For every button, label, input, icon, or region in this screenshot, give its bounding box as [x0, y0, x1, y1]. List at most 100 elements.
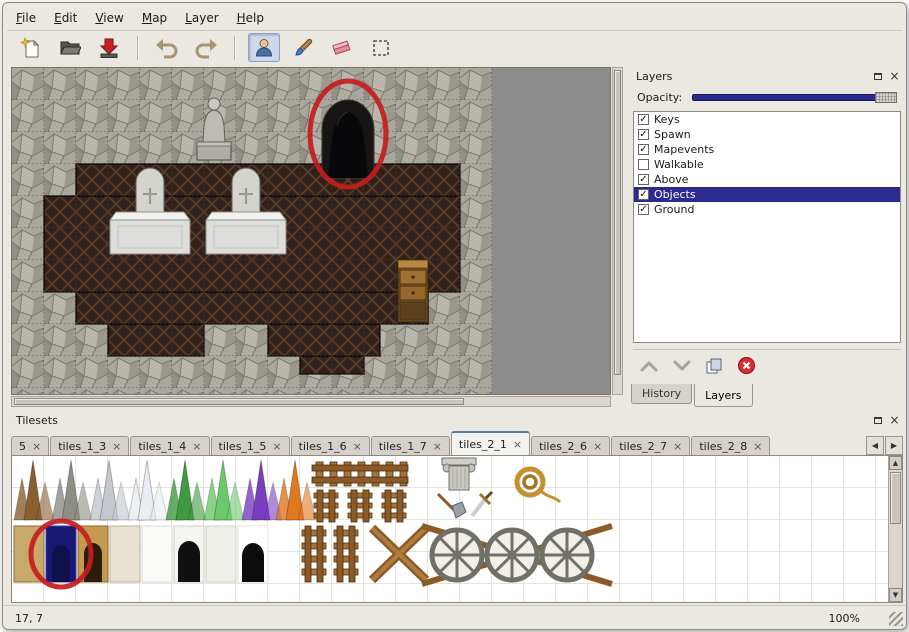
tab-close-icon[interactable]: × — [753, 441, 762, 452]
tileset-render — [12, 456, 888, 602]
tileset-tab[interactable]: tiles_1_3 × — [50, 436, 129, 455]
tileset-tab[interactable]: 5 × — [11, 436, 49, 455]
tab-label: tiles_1_6 — [299, 440, 347, 453]
select-tool-button[interactable] — [365, 33, 397, 62]
tab-close-icon[interactable]: × — [112, 441, 121, 452]
map-horizontal-scrollbar[interactable] — [11, 396, 611, 407]
tab-label: tiles_1_4 — [138, 440, 186, 453]
tile-wheels-on-track[interactable] — [422, 526, 612, 584]
scroll-up-icon: ▲ — [893, 459, 898, 467]
layer-checkbox[interactable]: ✓ — [638, 159, 649, 170]
tile-arch-silhouette[interactable] — [238, 526, 268, 582]
float-panel-button[interactable] — [870, 69, 885, 83]
new-file-icon — [20, 37, 42, 59]
scroll-down-button[interactable]: ▼ — [889, 588, 902, 602]
menu-map[interactable]: Map — [133, 8, 176, 28]
tile-cream[interactable] — [110, 526, 140, 582]
menu-edit[interactable]: Edit — [45, 8, 86, 28]
layer-checkbox[interactable]: ✓ — [638, 129, 649, 140]
tile-track-vertical[interactable] — [314, 490, 338, 522]
scroll-up-button[interactable]: ▲ — [889, 456, 902, 470]
layer-row[interactable]: ✓ Ground — [634, 202, 900, 217]
tileset-tab[interactable]: tiles_1_6 × — [291, 436, 370, 455]
move-layer-down-icon[interactable] — [672, 359, 692, 373]
tab-label: 5 — [19, 440, 26, 453]
eraser-tool-button[interactable] — [326, 33, 358, 62]
open-button[interactable] — [54, 33, 86, 62]
move-layer-up-icon[interactable] — [639, 359, 659, 373]
tab-close-icon[interactable]: × — [593, 441, 602, 452]
layer-checkbox[interactable]: ✓ — [638, 114, 649, 125]
tileset-tab[interactable]: tiles_2_6 × — [531, 436, 610, 455]
tileset-scroll-thumb[interactable] — [890, 472, 901, 524]
tileset-tab-active[interactable]: tiles_2_1 × — [451, 431, 530, 455]
window-resize-grip[interactable] — [889, 612, 903, 626]
tile-track-vertical[interactable] — [382, 490, 406, 522]
map-render — [12, 68, 492, 394]
menu-view[interactable]: View — [86, 8, 132, 28]
layer-row[interactable]: ✓ Mapevents — [634, 142, 900, 157]
map-vertical-scroll-thumb[interactable] — [614, 70, 621, 375]
layer-row[interactable]: ✓ Objects — [634, 187, 900, 202]
menu-help[interactable]: Help — [228, 8, 273, 28]
opacity-slider-handle[interactable] — [875, 92, 897, 103]
layer-row[interactable]: ✓ Walkable — [634, 157, 900, 172]
tileset-tab[interactable]: tiles_1_5 × — [211, 436, 290, 455]
tab-scroll-left-button[interactable]: ◀ — [866, 436, 884, 455]
tab-close-icon[interactable]: × — [513, 439, 522, 450]
float-panel-icon — [874, 73, 882, 80]
tab-history[interactable]: History — [631, 384, 692, 404]
tab-close-icon[interactable]: × — [32, 441, 41, 452]
close-panel-button[interactable]: × — [887, 413, 902, 427]
tilesets-panel: Tilesets × 5 × tiles_1_3 × tiles_1_4 × — [9, 411, 905, 605]
layer-row[interactable]: ✓ Keys — [634, 112, 900, 127]
tab-label: Layers — [705, 389, 741, 402]
tile-pale[interactable] — [206, 526, 236, 582]
opacity-slider[interactable] — [692, 92, 897, 103]
layer-checkbox[interactable]: ✓ — [638, 144, 649, 155]
tileset-canvas[interactable]: ▲ ▼ — [11, 455, 903, 603]
tilesets-panel-titlebar: Tilesets × — [9, 411, 905, 429]
tab-close-icon[interactable]: × — [353, 441, 362, 452]
layer-checkbox[interactable]: ✓ — [638, 204, 649, 215]
float-panel-button[interactable] — [870, 413, 885, 427]
layer-row[interactable]: ✓ Above — [634, 172, 900, 187]
menu-file[interactable]: File — [7, 8, 45, 28]
tab-close-icon[interactable]: × — [433, 441, 442, 452]
place-object-tool-button[interactable] — [248, 33, 280, 62]
tab-layers[interactable]: Layers — [694, 384, 752, 407]
new-file-button[interactable] — [15, 33, 47, 62]
map-vertical-scrollbar[interactable] — [612, 67, 623, 395]
cursor-coordinates: 17, 7 — [15, 612, 43, 625]
save-button[interactable] — [93, 33, 125, 62]
select-icon — [370, 37, 392, 59]
tab-close-icon[interactable]: × — [192, 441, 201, 452]
menu-layer[interactable]: Layer — [176, 8, 227, 28]
tile-selected-dark-door[interactable] — [46, 526, 76, 582]
tile-arch-on-white[interactable] — [174, 526, 204, 582]
tileset-tab[interactable]: tiles_1_4 × — [130, 436, 209, 455]
paint-tool-button[interactable] — [287, 33, 319, 62]
duplicate-layer-icon[interactable] — [705, 357, 724, 375]
tileset-tab[interactable]: tiles_1_7 × — [371, 436, 450, 455]
close-panel-button[interactable]: × — [887, 69, 902, 83]
layer-row[interactable]: ✓ Spawn — [634, 127, 900, 142]
map-canvas[interactable] — [11, 67, 611, 395]
delete-layer-icon[interactable] — [737, 356, 756, 375]
layer-label: Mapevents — [654, 143, 714, 156]
layer-checkbox[interactable]: ✓ — [638, 174, 649, 185]
tile-white[interactable] — [142, 526, 172, 582]
undo-button[interactable] — [151, 33, 183, 62]
tileset-tab[interactable]: tiles_2_7 × — [611, 436, 690, 455]
layers-panel-tabs: History Layers — [631, 384, 755, 407]
tab-scroll-right-button[interactable]: ▶ — [885, 436, 903, 455]
layer-checkbox[interactable]: ✓ — [638, 189, 649, 200]
tileset-tab[interactable]: tiles_2_8 × — [691, 436, 770, 455]
tab-close-icon[interactable]: × — [673, 441, 682, 452]
tile-track-vertical[interactable] — [348, 490, 372, 522]
tileset-vertical-scrollbar[interactable]: ▲ ▼ — [888, 456, 902, 602]
tab-close-icon[interactable]: × — [272, 441, 281, 452]
redo-button[interactable] — [190, 33, 222, 62]
map-horizontal-scroll-thumb[interactable] — [14, 398, 464, 405]
check-icon: ✓ — [639, 115, 647, 125]
